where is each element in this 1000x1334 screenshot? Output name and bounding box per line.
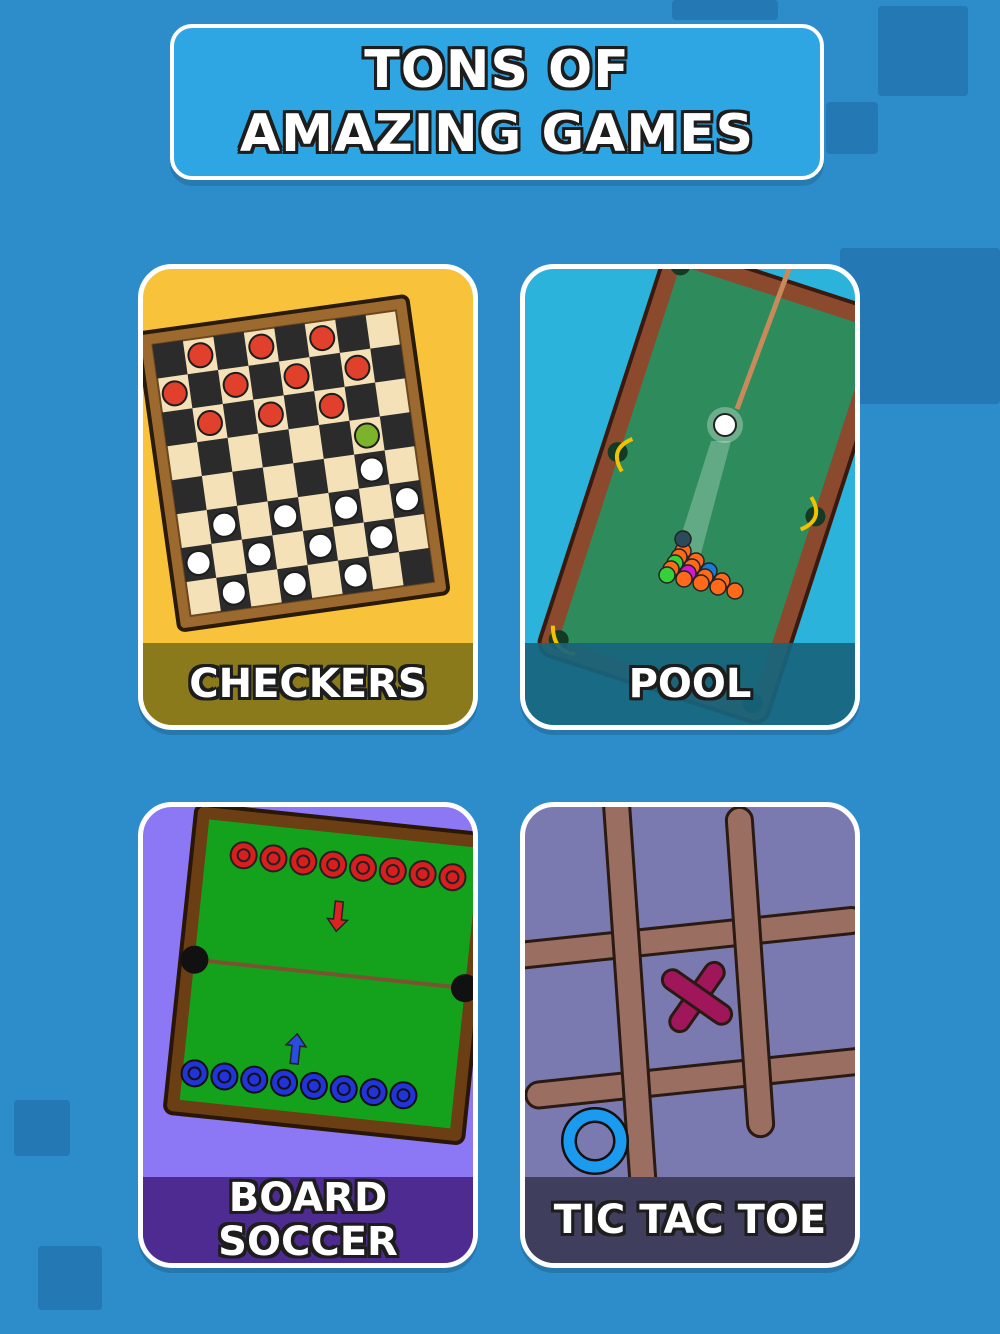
background-square <box>38 1246 102 1310</box>
background-square <box>672 0 778 20</box>
banner-title-line2: AMAZING GAMES <box>239 104 755 164</box>
game-title-pool: POOL <box>525 643 855 725</box>
game-title-board-soccer-line1: BOARD <box>228 1175 388 1221</box>
game-card-pool[interactable]: POOL <box>520 264 860 730</box>
background-square <box>878 6 968 96</box>
background-square <box>14 1100 70 1156</box>
background-square <box>826 102 878 154</box>
game-title-checkers: CHECKERS <box>143 643 473 725</box>
header-banner: TONS OF AMAZING GAMES <box>170 24 824 180</box>
game-card-checkers[interactable]: CHECKERS <box>138 264 478 730</box>
game-title-tic-tac-toe: TIC TAC TOE <box>525 1177 855 1263</box>
game-card-board-soccer[interactable]: BOARD SOCCER <box>138 802 478 1268</box>
background-square <box>840 248 1000 404</box>
game-card-tic-tac-toe[interactable]: TIC TAC TOE <box>520 802 860 1268</box>
game-title-board-soccer: BOARD SOCCER <box>143 1175 473 1265</box>
game-title-board-soccer-line2: SOCCER <box>218 1219 398 1265</box>
banner-title-line1: TONS OF <box>364 40 630 100</box>
